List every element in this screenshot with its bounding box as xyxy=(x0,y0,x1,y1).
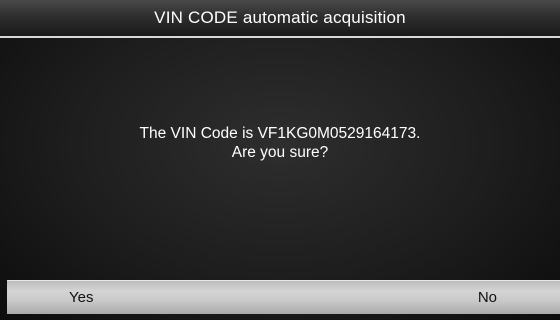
yes-button-label: Yes xyxy=(69,289,94,306)
softkey-bar: Yes No xyxy=(7,280,560,314)
no-button[interactable]: No xyxy=(420,281,560,314)
confirm-question: Are you sure? xyxy=(231,144,329,161)
confirmation-message: The VIN Code is VF1KG0M0529164173. Are y… xyxy=(0,124,560,162)
vin-message-line: The VIN Code is VF1KG0M0529164173. xyxy=(139,125,421,142)
no-button-label: No xyxy=(477,289,497,306)
title-bar: VIN CODE automatic acquisition xyxy=(0,0,560,36)
yes-button[interactable]: Yes xyxy=(7,281,147,314)
title-divider xyxy=(0,36,560,38)
vin-confirm-screen: VIN CODE automatic acquisition The VIN C… xyxy=(0,0,560,320)
page-title: VIN CODE automatic acquisition xyxy=(154,8,406,27)
